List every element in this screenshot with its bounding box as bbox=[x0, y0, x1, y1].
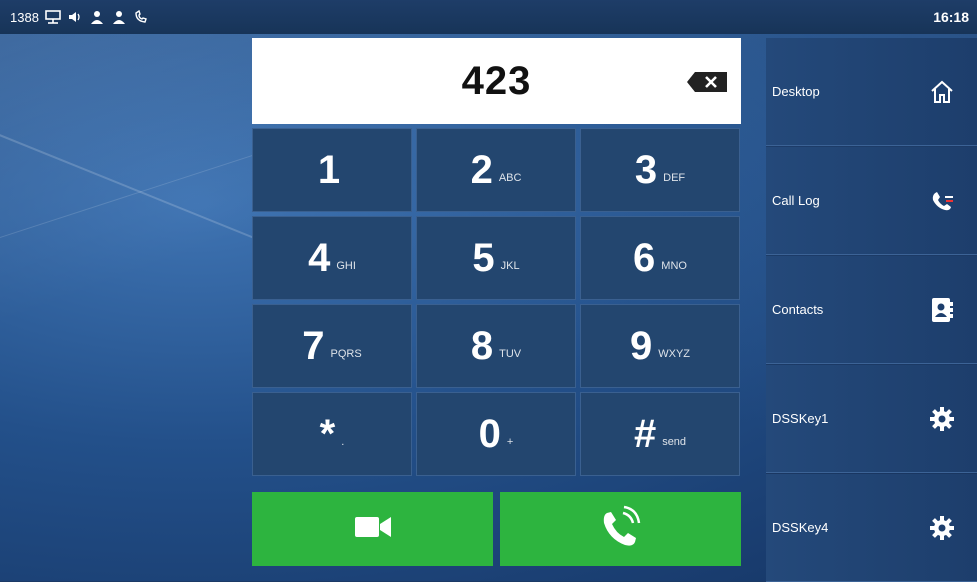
key-6[interactable]: 6 MNO bbox=[580, 216, 740, 300]
network-icon bbox=[45, 9, 61, 25]
key-digit: 9 bbox=[629, 323, 653, 368]
key-letters: GHI bbox=[336, 260, 356, 272]
side-item-dsskey4[interactable]: DSSKey4 bbox=[766, 474, 977, 582]
side-item-label: Contacts bbox=[772, 302, 824, 317]
key-letters: WXYZ bbox=[658, 348, 691, 360]
key-1[interactable]: 1 bbox=[252, 128, 412, 212]
backspace-icon[interactable] bbox=[687, 72, 727, 92]
key-letters: send bbox=[662, 436, 687, 448]
voice-call-button[interactable] bbox=[500, 492, 741, 566]
key-4[interactable]: 4 GHI bbox=[252, 216, 412, 300]
key-letters: JKL bbox=[500, 260, 520, 272]
side-item-call-log[interactable]: Call Log bbox=[766, 147, 977, 255]
key-digit: 4 bbox=[308, 235, 331, 280]
side-item-dsskey1[interactable]: DSSKey1 bbox=[766, 365, 977, 473]
key-digit: 7 bbox=[302, 323, 325, 368]
key-digit: 5 bbox=[472, 235, 495, 280]
contacts-icon bbox=[929, 297, 955, 323]
key-letters: . bbox=[341, 436, 345, 448]
key-letters: PQRS bbox=[330, 348, 362, 360]
key-5[interactable]: 5 JKL bbox=[416, 216, 576, 300]
key-letters: MNO bbox=[661, 260, 687, 272]
dialed-number: 423 bbox=[461, 58, 532, 103]
side-item-desktop[interactable]: Desktop bbox=[766, 38, 977, 146]
side-menu: Desktop Call Log Contacts DSSKey1 DSSKey… bbox=[766, 38, 977, 582]
volume-icon bbox=[67, 9, 83, 25]
status-bar: 1388 16:18 bbox=[0, 0, 977, 34]
side-item-label: Call Log bbox=[772, 193, 820, 208]
key-letters: TUV bbox=[499, 348, 522, 360]
key-2[interactable]: 2 ABC bbox=[416, 128, 576, 212]
key-3[interactable]: 3 DEF bbox=[580, 128, 740, 212]
key-9[interactable]: 9 WXYZ bbox=[580, 304, 740, 388]
call-forward-icon bbox=[133, 9, 149, 25]
gear-icon bbox=[929, 515, 955, 541]
account-label: 1388 bbox=[10, 9, 39, 25]
key-digit: 2 bbox=[470, 147, 493, 192]
key-letters: DEF bbox=[663, 172, 686, 184]
clock: 16:18 bbox=[933, 9, 969, 25]
gear-icon bbox=[929, 406, 955, 432]
key-7[interactable]: 7 PQRS bbox=[252, 304, 412, 388]
key-hash[interactable]: # send bbox=[580, 392, 740, 476]
video-camera-icon bbox=[354, 515, 391, 544]
key-digit: 8 bbox=[470, 323, 494, 368]
key-digit: * bbox=[319, 411, 336, 456]
call-log-icon bbox=[929, 188, 955, 214]
side-item-contacts[interactable]: Contacts bbox=[766, 256, 977, 364]
key-digit: 1 bbox=[317, 147, 341, 192]
key-digit: 6 bbox=[633, 235, 656, 280]
side-item-label: DSSKey4 bbox=[772, 520, 829, 535]
video-call-button[interactable] bbox=[252, 492, 493, 566]
user-icon bbox=[111, 9, 127, 25]
contact-icon bbox=[89, 9, 105, 25]
key-digit: 3 bbox=[634, 147, 658, 192]
key-letters: + bbox=[506, 436, 514, 448]
home-icon bbox=[929, 79, 955, 105]
key-8[interactable]: 8 TUV bbox=[416, 304, 576, 388]
key-digit: # bbox=[633, 411, 657, 456]
dial-display[interactable]: 423 bbox=[252, 38, 741, 124]
key-star[interactable]: * . bbox=[252, 392, 412, 476]
status-left: 1388 bbox=[0, 9, 149, 25]
side-item-label: Desktop bbox=[772, 84, 820, 99]
key-0[interactable]: 0 + bbox=[416, 392, 576, 476]
key-letters: ABC bbox=[498, 172, 522, 184]
phone-call-icon bbox=[601, 505, 641, 554]
side-item-label: DSSKey1 bbox=[772, 411, 829, 426]
key-digit: 0 bbox=[478, 411, 501, 456]
